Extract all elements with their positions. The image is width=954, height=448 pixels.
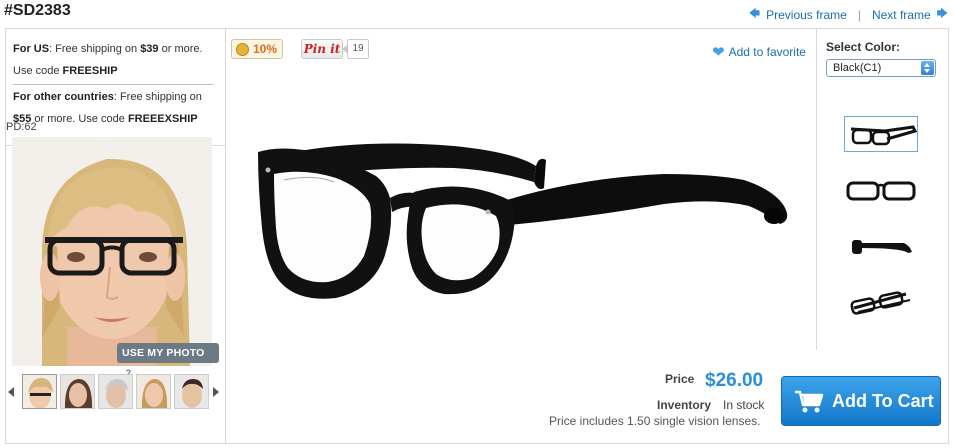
shipping-divider <box>13 84 213 85</box>
discount-badge[interactable]: 10% <box>231 39 283 59</box>
price-value: $26.00 <box>705 370 764 391</box>
inventory-status: In stock <box>723 398 765 412</box>
coins-icon <box>236 43 249 56</box>
next-frame-link[interactable]: Next frame <box>872 8 931 22</box>
shipping-info: For US: Free shipping on $39 or more. Us… <box>13 38 221 130</box>
view-thumbnail-side[interactable] <box>844 228 918 264</box>
product-sku: #SD2383 <box>4 2 71 19</box>
price-note: Price includes 1.50 single vision lenses… <box>549 414 761 428</box>
model-thumbnail[interactable] <box>136 374 171 409</box>
add-to-cart-button[interactable]: Add To Cart <box>781 376 941 426</box>
pin-it-button[interactable]: Pin it <box>301 39 343 59</box>
model-thumbnail-strip <box>5 373 221 411</box>
us-code-line: Use code FREESHIP <box>13 65 118 77</box>
view-thumbnail-folded[interactable] <box>844 284 918 320</box>
previous-frame-link[interactable]: Previous frame <box>766 8 847 22</box>
model-thumbnail[interactable] <box>98 374 133 409</box>
frame-navigation: 🡄 Previous frame | Next frame 🡆 <box>749 5 948 24</box>
scroll-right-arrow-icon[interactable] <box>213 387 219 397</box>
heart-icon: ❤ <box>712 44 725 61</box>
intl-promo-code: FREEEXSHIP <box>127 113 198 125</box>
intl-shipping-line: For other countries: Free shipping on <box>13 91 202 103</box>
view-thumbnail-angle[interactable] <box>844 116 918 152</box>
intl-code-line: $55 or more. Use code FREEEXSHIP <box>13 113 198 125</box>
inventory-row: Inventory In stock <box>657 398 764 412</box>
view-thumbnail-front[interactable] <box>844 172 918 208</box>
product-main-image <box>244 108 804 318</box>
shopping-cart-icon <box>795 390 824 413</box>
price-label: Price <box>665 372 695 386</box>
inventory-label: Inventory <box>657 398 712 412</box>
pd-value: PD:62 <box>6 121 37 133</box>
arrow-left-icon: 🡄 <box>748 8 761 20</box>
arrow-right-icon: 🡆 <box>936 8 948 20</box>
nav-divider: | <box>857 7 861 22</box>
pin-count: 19 <box>342 39 369 59</box>
color-select[interactable]: Black(C1) <box>826 59 936 77</box>
add-to-favorite-link[interactable]: ❤ Add to favorite <box>712 43 806 61</box>
model-thumbnail[interactable] <box>60 374 95 409</box>
us-shipping-line: For US: Free shipping on $39 or more. <box>13 43 203 55</box>
scroll-left-arrow-icon[interactable] <box>8 387 14 397</box>
model-thumbnail[interactable] <box>22 374 57 409</box>
virtual-tryon-model-photo <box>12 137 212 366</box>
model-thumbnail[interactable] <box>174 374 209 409</box>
use-my-photo-button[interactable]: USE MY PHOTO ? <box>117 343 219 379</box>
us-promo-code: FREESHIP <box>62 65 118 77</box>
select-arrows-icon <box>921 61 934 75</box>
select-color-label: Select Color: <box>826 40 901 54</box>
